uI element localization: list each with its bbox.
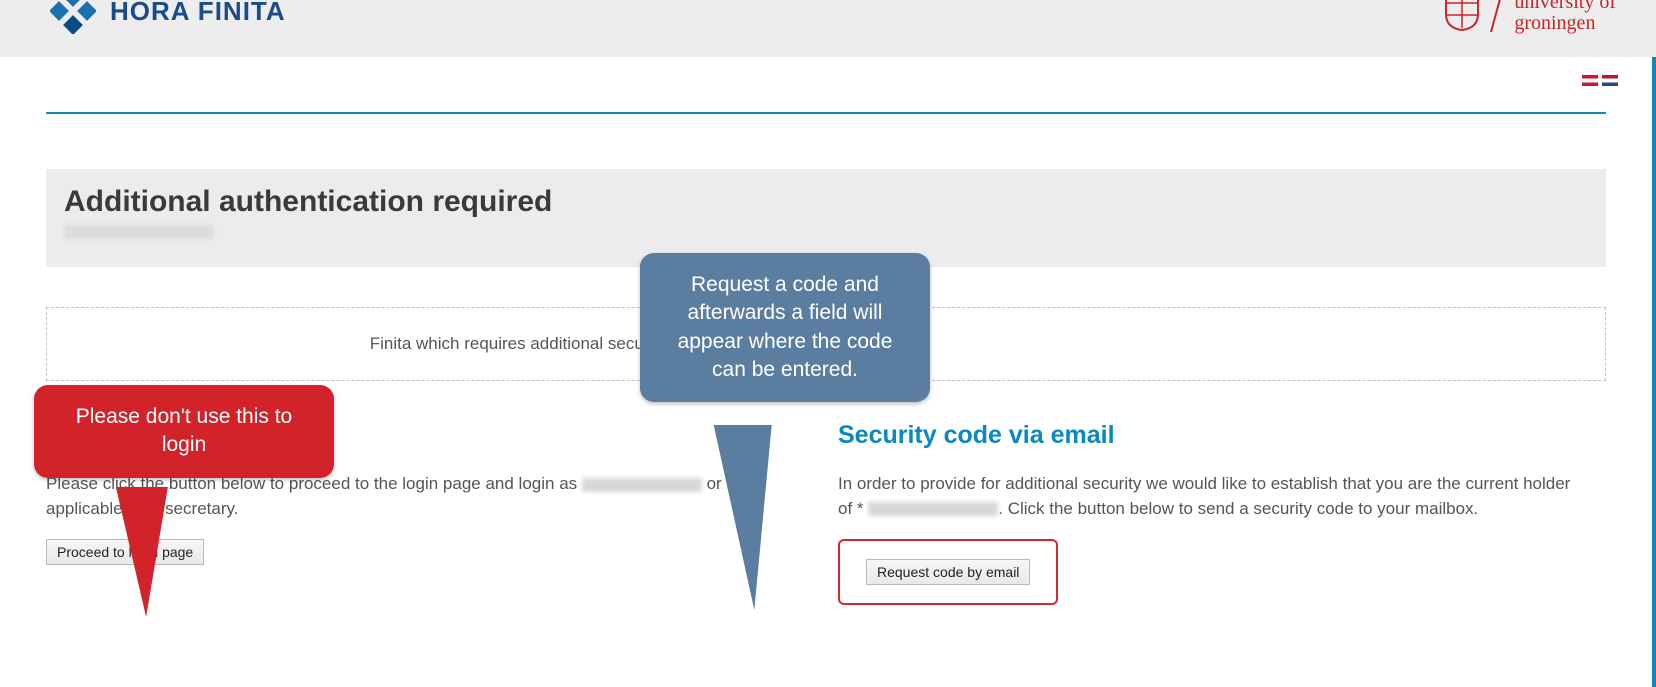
language-flags xyxy=(1582,75,1618,86)
redacted-email xyxy=(868,502,998,516)
page-body: Additional authentication required You a… xyxy=(0,57,1656,687)
redacted-user xyxy=(582,478,702,492)
security-notice-text: Finita which requires additional securit… xyxy=(370,334,670,353)
request-code-button[interactable]: Request code by email xyxy=(866,559,1030,585)
flag-uk[interactable] xyxy=(1582,75,1598,86)
top-bar: HORA FINITA university of groningen xyxy=(0,0,1656,57)
shield-icon xyxy=(1444,0,1480,37)
brand: HORA FINITA xyxy=(50,0,286,34)
page-title: Additional authentication required xyxy=(64,185,1588,219)
logo-icon xyxy=(50,0,96,34)
flag-nl[interactable] xyxy=(1602,75,1618,86)
redacted-subtitle xyxy=(64,225,214,239)
code-column: Security code via email In order to prov… xyxy=(834,421,1606,605)
request-code-highlight: Request code by email xyxy=(838,539,1058,605)
university-logo: university of groningen xyxy=(1444,0,1616,39)
code-paragraph: In order to provide for additional secur… xyxy=(838,472,1586,521)
annotation-blue: Request a code and afterwards a field wi… xyxy=(640,253,930,402)
brand-text: HORA FINITA xyxy=(110,0,286,27)
slash-icon xyxy=(1488,0,1506,39)
code-heading: Security code via email xyxy=(838,421,1586,450)
university-name: university of groningen xyxy=(1514,0,1616,34)
divider xyxy=(46,112,1606,114)
annotation-red: Please don't use this to login xyxy=(34,385,334,478)
